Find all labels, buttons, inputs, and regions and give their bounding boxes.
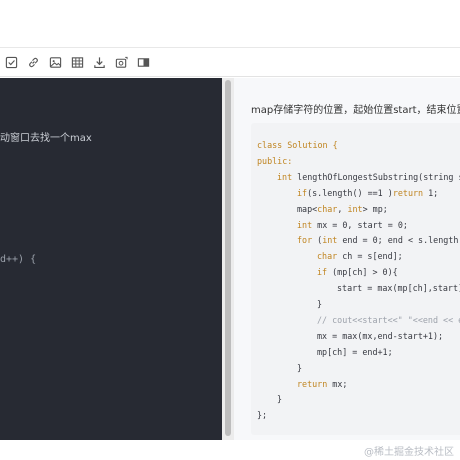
code-token: class Solution { [257,140,338,150]
code-token: } [297,362,303,373]
code-line: } [277,394,282,404]
task-checkbox-icon [5,56,17,69]
code-line: return mx; [297,379,347,389]
code-line: int lengthOfLongestSubstring(string s) { [277,172,460,182]
code-line: if (mp[ch] > 0){ [317,267,398,277]
code-token: mx; [332,378,348,389]
preview-paragraph: map存储字符的位置，起始位置start，结束位置end [251,105,460,116]
code-line: if(s.length() ==1 )return 1; [297,188,438,198]
code-line: } [297,363,302,373]
code-line: mp[ch] = end+1; [317,347,393,357]
code-block: class Solution { public: int lengthOfLonge… [251,123,460,435]
code-token: mx = max(mx,end-start+1); [317,330,444,341]
editor-scrollbar[interactable] [222,78,234,440]
download-icon [93,57,105,69]
code-token: lengthOfLongestSubstring(string s) { [297,171,460,182]
table-icon [71,57,83,68]
screenshot-button[interactable] [111,53,131,73]
code-token: , [337,203,348,214]
code-token: (mp[ch] > 0){ [332,267,398,278]
code-token: for [297,235,318,246]
top-bar [0,0,460,48]
code-line: map<char, int> mp; [297,204,388,214]
code-token: map< [297,203,318,214]
code-token: int [277,171,298,182]
image-button[interactable] [45,53,65,73]
preview-toggle-button[interactable] [133,53,153,73]
code-token: char [317,251,343,262]
code-line: mx = max(mx,end-start+1); [317,331,443,341]
code-token: mp[ch] = end+1; [317,346,393,357]
image-icon [49,57,61,68]
code-line: public: [257,156,292,166]
code-token: > mp; [362,203,388,214]
preview-toggle-icon [137,58,149,67]
code-token: return [392,187,429,198]
code-line: start = max(mp[ch],start); [337,283,460,293]
code-token: start = max(mp[ch],start); [337,283,460,294]
code-token: int [347,203,363,214]
code-token: end = 0; end < s.length(); end++) { [342,235,460,246]
code-line: char ch = s[end]; [317,251,403,261]
download-button[interactable] [89,53,109,73]
link-icon [28,57,38,68]
code-line: }; [257,410,267,420]
code-token: // cout<<start<<" "<<end << endl; [317,314,460,325]
code-line: class Solution { [257,140,338,150]
scrollbar-thumb[interactable] [225,80,231,436]
code-token: } [277,394,283,405]
code-token: } [317,299,323,309]
code-token: 1; [428,187,439,198]
table-button[interactable] [67,53,87,73]
code-token: int [322,235,343,246]
screenshot-icon [115,56,128,68]
editor-line: 动窗口去找一个max [0,133,92,144]
code-token: if [297,187,308,198]
code-line: // cout<<start<<" "<<end << endl; [317,315,460,325]
code-token: int [297,219,318,230]
code-line: int mx = 0, start = 0; [297,220,408,230]
code-line: } [317,299,322,309]
link-button[interactable] [23,53,43,73]
code-token: return [297,378,333,389]
code-token: mx = 0, start = 0; [317,219,408,230]
markdown-preview: map存储字符的位置，起始位置start，结束位置end class Solut… [234,78,460,440]
editor-line: d++) { [0,254,37,265]
markdown-editor[interactable]: 动窗口去找一个max d++) { [0,78,222,440]
code-token: public: [257,155,293,166]
code-token: char [317,203,338,214]
code-token: if [317,267,333,278]
task-checkbox-button[interactable] [1,53,21,73]
editor-toolbar [0,49,460,77]
code-token: ch = s[end]; [342,251,403,262]
watermark: @稀土掘金技术社区 [364,447,454,458]
code-token: (s.length() ==1 ) [307,187,393,198]
footer: @稀土掘金技术社区 [0,440,460,460]
code-token: }; [257,410,268,421]
code-line: for (int end = 0; end < s.length(); end+… [297,235,460,245]
